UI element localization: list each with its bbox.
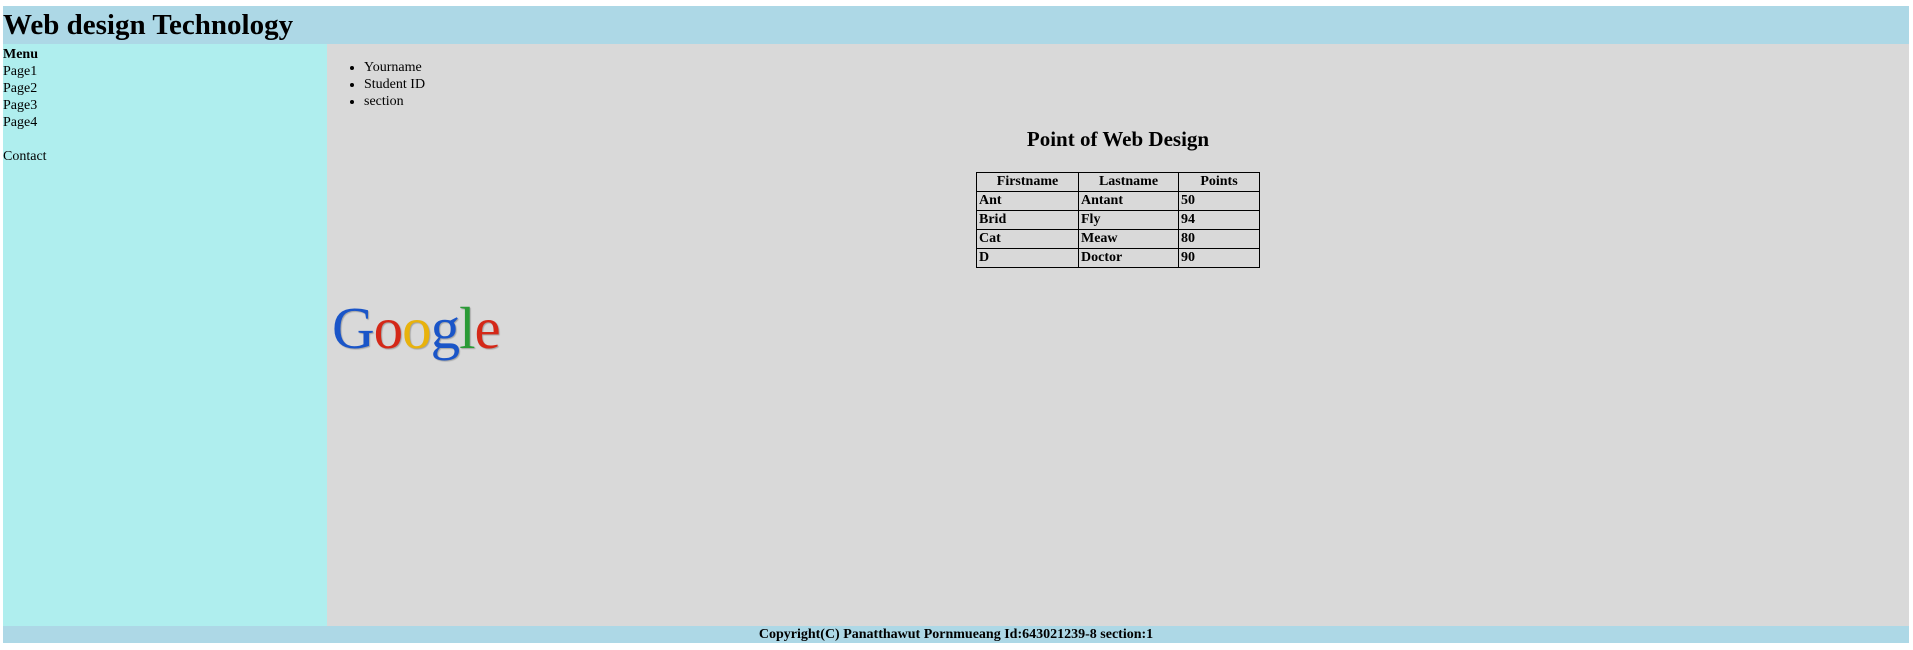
table-cell: 90 xyxy=(1178,248,1260,268)
list-item: Yourname xyxy=(364,59,425,76)
table-cell: 50 xyxy=(1178,191,1260,211)
main-area: Menu Page1 Page2 Page3 Page4 Contact You… xyxy=(3,44,1909,626)
logo-letter: o xyxy=(373,295,403,361)
menu-title: Menu xyxy=(3,47,38,62)
sidebar-item-contact[interactable]: Contact xyxy=(3,148,327,165)
table-row: Brid Fly 94 xyxy=(976,210,1260,230)
copyright-text: Copyright(C) Panatthawut Pornmueang Id:6… xyxy=(758,627,1154,642)
table-cell: Antant xyxy=(1078,191,1179,211)
sidebar-item-page2[interactable]: Page2 xyxy=(3,80,327,97)
table-title: Point of Web Design xyxy=(1026,127,1210,151)
sidebar-item-page1[interactable]: Page1 xyxy=(3,63,327,80)
logo-letter: l xyxy=(459,295,475,361)
points-table: Firstname Lastname Points Ant Antant 50 … xyxy=(976,172,1260,268)
sidebar: Menu Page1 Page2 Page3 Page4 Contact xyxy=(3,44,327,626)
logo-letter: G xyxy=(332,295,375,361)
table-cell: Meaw xyxy=(1078,229,1179,249)
table-cell: Doctor xyxy=(1078,248,1179,268)
table-cell: Cat xyxy=(976,229,1079,249)
sidebar-item-page4[interactable]: Page4 xyxy=(3,114,327,131)
logo-letter: e xyxy=(474,295,501,361)
sidebar-item-page3[interactable]: Page3 xyxy=(3,97,327,114)
column-header: Points xyxy=(1178,172,1260,192)
table-header-row: Firstname Lastname Points xyxy=(976,172,1260,192)
table-cell: Brid xyxy=(976,210,1079,230)
page-frame: Web design Technology Menu Page1 Page2 P… xyxy=(3,6,1909,643)
page-title: Web design Technology xyxy=(3,9,294,41)
list-item: section xyxy=(364,93,425,110)
table-cell: 94 xyxy=(1178,210,1260,230)
list-item: Student ID xyxy=(364,76,425,93)
table-cell: 80 xyxy=(1178,229,1260,249)
table-row: Cat Meaw 80 xyxy=(976,229,1260,249)
content-area: Yourname Student ID section Point of Web… xyxy=(327,44,1909,626)
logo-letter: o xyxy=(402,295,431,361)
column-header: Firstname xyxy=(976,172,1079,192)
table-cell: Ant xyxy=(976,191,1079,211)
table-cell: Fly xyxy=(1078,210,1179,230)
table-cell: D xyxy=(976,248,1079,268)
google-logo[interactable]: Google xyxy=(332,295,501,361)
page-header: Web design Technology xyxy=(3,6,1909,44)
table-row: D Doctor 90 xyxy=(976,248,1260,268)
info-list: Yourname Student ID section xyxy=(351,59,425,110)
column-header: Lastname xyxy=(1078,172,1179,192)
page-footer: Copyright(C) Panatthawut Pornmueang Id:6… xyxy=(3,626,1909,643)
table-row: Ant Antant 50 xyxy=(976,191,1260,211)
logo-letter: g xyxy=(430,295,460,361)
